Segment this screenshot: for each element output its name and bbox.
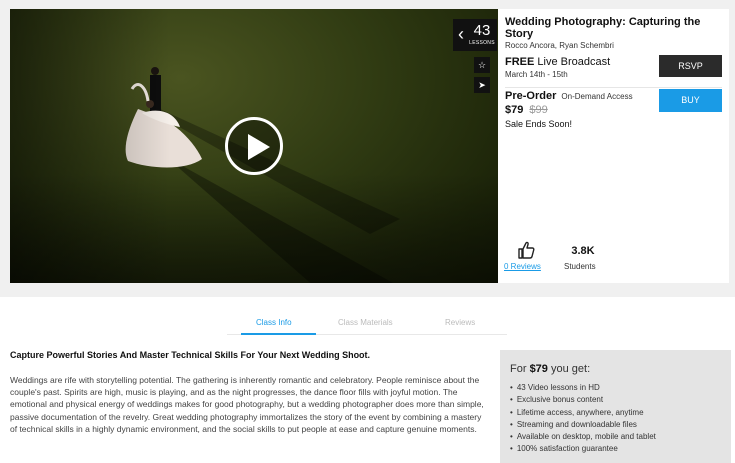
- list-item: Exclusive bonus content: [510, 394, 656, 406]
- share-button[interactable]: ➤: [474, 77, 490, 93]
- price-line: $79 $99: [505, 104, 548, 116]
- course-title: Wedding Photography: Capturing the Story: [505, 16, 701, 40]
- tab-reviews[interactable]: Reviews: [445, 318, 475, 327]
- lessons-toggle[interactable]: ‹ 43 LESSONS: [453, 19, 497, 51]
- old-price: $99: [529, 104, 548, 116]
- broadcast-line: FREE Live Broadcast: [505, 56, 610, 68]
- includes-price: $79: [529, 363, 548, 375]
- list-item: 43 Video lessons in HD: [510, 382, 656, 394]
- includes-title-suffix: you get:: [550, 363, 591, 375]
- students-label: Students: [564, 262, 596, 271]
- tab-class-info[interactable]: Class Info: [256, 318, 292, 327]
- share-icon: ➤: [478, 80, 486, 90]
- play-icon: [248, 134, 270, 160]
- favorite-button[interactable]: ☆: [474, 57, 490, 73]
- tab-class-materials[interactable]: Class Materials: [338, 318, 393, 327]
- lessons-count: 43: [473, 22, 491, 39]
- current-price: $79: [505, 104, 524, 116]
- includes-title-prefix: For: [510, 363, 527, 375]
- class-headline: Capture Powerful Stories And Master Tech…: [10, 350, 371, 360]
- live-broadcast-label: Live Broadcast: [537, 56, 611, 68]
- list-item: Lifetime access, anywhere, anytime: [510, 407, 656, 419]
- free-label: FREE: [505, 56, 535, 68]
- students-count: 3.8K: [571, 245, 595, 257]
- includes-box: For $79 you get: 43 Video lessons in HD …: [500, 350, 731, 463]
- play-button[interactable]: [225, 117, 283, 175]
- sale-notice: Sale Ends Soon!: [505, 119, 573, 129]
- ondemand-label: On-Demand Access: [561, 92, 633, 101]
- includes-title: For $79 you get:: [510, 363, 590, 375]
- preorder-line: Pre-Order On-Demand Access: [505, 90, 633, 102]
- star-icon: ☆: [477, 60, 487, 70]
- video-player[interactable]: ‹ 43 LESSONS ☆ ➤: [10, 9, 498, 283]
- course-info-panel: Wedding Photography: Capturing the Story…: [498, 9, 729, 283]
- lessons-label: LESSONS: [469, 40, 495, 46]
- includes-list: 43 Video lessons in HD Exclusive bonus c…: [510, 382, 656, 456]
- list-item: Streaming and downloadable files: [510, 419, 656, 431]
- thumbs-up-icon[interactable]: [517, 241, 535, 259]
- divider: [505, 87, 722, 88]
- broadcast-dates: March 14th - 15th: [505, 70, 568, 79]
- list-item: Available on desktop, mobile and tablet: [510, 431, 656, 443]
- reviews-link[interactable]: 0 Reviews: [504, 262, 541, 271]
- class-description: Weddings are rife with storytelling pote…: [10, 375, 484, 434]
- chevron-left-icon: ‹: [458, 24, 464, 44]
- preorder-label: Pre-Order: [505, 90, 557, 102]
- video-vignette-bottom: [10, 173, 498, 283]
- buy-button[interactable]: BUY: [659, 89, 722, 112]
- class-tabs: Class Info Class Materials Reviews: [0, 316, 735, 336]
- list-item: 100% satisfaction guarantee: [510, 443, 656, 455]
- tab-active-indicator: [241, 333, 316, 335]
- instructors: Rocco Ancora, Ryan Schembri: [505, 41, 614, 50]
- rsvp-button[interactable]: RSVP: [659, 55, 722, 77]
